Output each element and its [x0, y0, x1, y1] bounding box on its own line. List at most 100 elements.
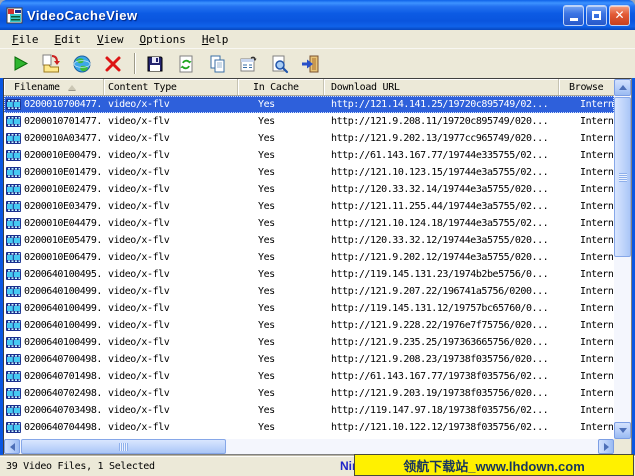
menu-file[interactable]: File — [4, 32, 47, 47]
cell-download-url: http://121.9.202.13/1977cc965749/020... — [324, 130, 559, 147]
table-row[interactable]: 0200010700477... video/x-flv Yes http://… — [4, 96, 614, 113]
cell-content-type: video/x-flv — [104, 113, 238, 130]
cell-download-url: http://121.9.208.23/19738f035756/020... — [324, 351, 559, 368]
table-row[interactable]: 0200640703498... video/x-flv Yes http://… — [4, 402, 614, 419]
cell-content-type: video/x-flv — [104, 402, 238, 419]
find-button[interactable] — [267, 52, 291, 76]
table-row[interactable]: 0200640100499... video/x-flv Yes http://… — [4, 283, 614, 300]
cell-content-type: video/x-flv — [104, 419, 238, 436]
cell-browser: Intern — [559, 249, 614, 266]
cell-browser: Intern — [559, 130, 614, 147]
film-strip-icon — [6, 320, 21, 331]
film-strip-icon — [6, 201, 21, 212]
menu-view[interactable]: View — [89, 32, 132, 47]
scroll-left-button[interactable] — [4, 439, 20, 454]
scroll-right-button[interactable] — [598, 439, 614, 454]
globe-icon — [72, 54, 92, 74]
horizontal-scrollbar-thumb[interactable] — [21, 439, 226, 454]
table-row[interactable]: 0200010E01479... video/x-flv Yes http://… — [4, 164, 614, 181]
cell-download-url: http://119.145.131.12/19757bc65760/0... — [324, 300, 559, 317]
table-row[interactable]: 0200640100495... video/x-flv Yes http://… — [4, 266, 614, 283]
cell-filename: 0200010E03479... — [4, 198, 104, 215]
cell-browser: Intern — [559, 266, 614, 283]
table-row[interactable]: 0200640704498... video/x-flv Yes http://… — [4, 419, 614, 436]
table-body: 0200010700477... video/x-flv Yes http://… — [4, 96, 614, 436]
menu-options[interactable]: Options — [132, 32, 194, 47]
arrow-left-icon — [10, 443, 15, 451]
vertical-scrollbar-thumb[interactable] — [614, 97, 631, 257]
cell-in-cache: Yes — [238, 232, 324, 249]
cell-download-url: http://121.10.123.15/19744e3a5755/02... — [324, 164, 559, 181]
horizontal-scrollbar[interactable] — [4, 439, 614, 454]
copy-files-button[interactable] — [39, 52, 63, 76]
table-row[interactable]: 0200640700498... video/x-flv Yes http://… — [4, 351, 614, 368]
cell-content-type: video/x-flv — [104, 249, 238, 266]
cell-filename: 0200640100499... — [4, 317, 104, 334]
scroll-up-button[interactable] — [614, 79, 631, 96]
minimize-button[interactable] — [563, 5, 584, 26]
table-row[interactable]: 0200010E05479... video/x-flv Yes http://… — [4, 232, 614, 249]
film-strip-icon — [6, 235, 21, 246]
cell-download-url: http://121.10.124.18/19744e3a5755/02... — [324, 215, 559, 232]
title-bar[interactable]: VideoCacheView ✕ — [0, 0, 635, 30]
cell-download-url: http://121.10.122.12/19738f035756/02... — [324, 419, 559, 436]
properties-button[interactable] — [236, 52, 260, 76]
film-strip-icon — [6, 371, 21, 382]
cell-filename: 0200640704498... — [4, 419, 104, 436]
table-row[interactable]: 0200010701477... video/x-flv Yes http://… — [4, 113, 614, 130]
close-button[interactable]: ✕ — [609, 5, 630, 26]
globe-button[interactable] — [70, 52, 94, 76]
column-header-browser[interactable]: Browse — [559, 79, 614, 95]
table-row[interactable]: 0200640100499... video/x-flv Yes http://… — [4, 334, 614, 351]
minimize-icon — [570, 18, 578, 21]
table-row[interactable]: 0200010E00479... video/x-flv Yes http://… — [4, 147, 614, 164]
column-header-content-type[interactable]: Content Type — [104, 79, 238, 95]
menu-help[interactable]: Help — [194, 32, 237, 47]
cell-filename: 0200640100499... — [4, 283, 104, 300]
cell-filename: 0200640701498... — [4, 368, 104, 385]
table-row[interactable]: 0200640701498... video/x-flv Yes http://… — [4, 368, 614, 385]
cell-content-type: video/x-flv — [104, 385, 238, 402]
copy-icon — [207, 54, 227, 74]
cell-in-cache: Yes — [238, 130, 324, 147]
table-row[interactable]: 0200010A03477... video/x-flv Yes http://… — [4, 130, 614, 147]
vertical-scrollbar[interactable] — [614, 79, 631, 439]
column-header-download-url[interactable]: Download URL — [324, 79, 559, 95]
cell-browser: Intern — [559, 402, 614, 419]
column-header-filename[interactable]: Filename — [4, 79, 104, 95]
exit-button[interactable] — [298, 52, 322, 76]
delete-button[interactable] — [101, 52, 125, 76]
copy-button[interactable] — [205, 52, 229, 76]
arrow-down-icon — [619, 428, 627, 433]
film-strip-icon — [6, 133, 21, 144]
table-row[interactable]: 0200010E03479... video/x-flv Yes http://… — [4, 198, 614, 215]
menu-edit[interactable]: Edit — [47, 32, 90, 47]
maximize-button[interactable] — [586, 5, 607, 26]
table-row[interactable]: 0200010E06479... video/x-flv Yes http://… — [4, 249, 614, 266]
cell-filename: 0200640702498... — [4, 385, 104, 402]
scroll-down-button[interactable] — [614, 422, 631, 439]
list-header: Filename Content Type In Cache Download … — [4, 79, 614, 96]
cell-filename: 0200010E00479... — [4, 147, 104, 164]
refresh-button[interactable] — [174, 52, 198, 76]
play-button[interactable] — [8, 52, 32, 76]
cell-in-cache: Yes — [238, 215, 324, 232]
table-row[interactable]: 0200640702498... video/x-flv Yes http://… — [4, 385, 614, 402]
cell-filename: 0200640700498... — [4, 351, 104, 368]
cell-browser: Intern — [559, 351, 614, 368]
cell-browser: Intern — [559, 198, 614, 215]
column-header-in-cache[interactable]: In Cache — [238, 79, 324, 95]
film-strip-icon — [6, 99, 21, 110]
save-button[interactable] — [143, 52, 167, 76]
window-title: VideoCacheView — [27, 8, 563, 23]
table-row[interactable]: 0200640100499... video/x-flv Yes http://… — [4, 317, 614, 334]
cell-in-cache: Yes — [238, 113, 324, 130]
film-strip-icon — [6, 218, 21, 229]
table-row[interactable]: 0200640100499... video/x-flv Yes http://… — [4, 300, 614, 317]
cell-filename: 0200640100495... — [4, 266, 104, 283]
cell-content-type: video/x-flv — [104, 334, 238, 351]
cell-in-cache: Yes — [238, 419, 324, 436]
table-row[interactable]: 0200010E04479... video/x-flv Yes http://… — [4, 215, 614, 232]
table-row[interactable]: 0200010E02479... video/x-flv Yes http://… — [4, 181, 614, 198]
cell-browser: Intern — [559, 368, 614, 385]
